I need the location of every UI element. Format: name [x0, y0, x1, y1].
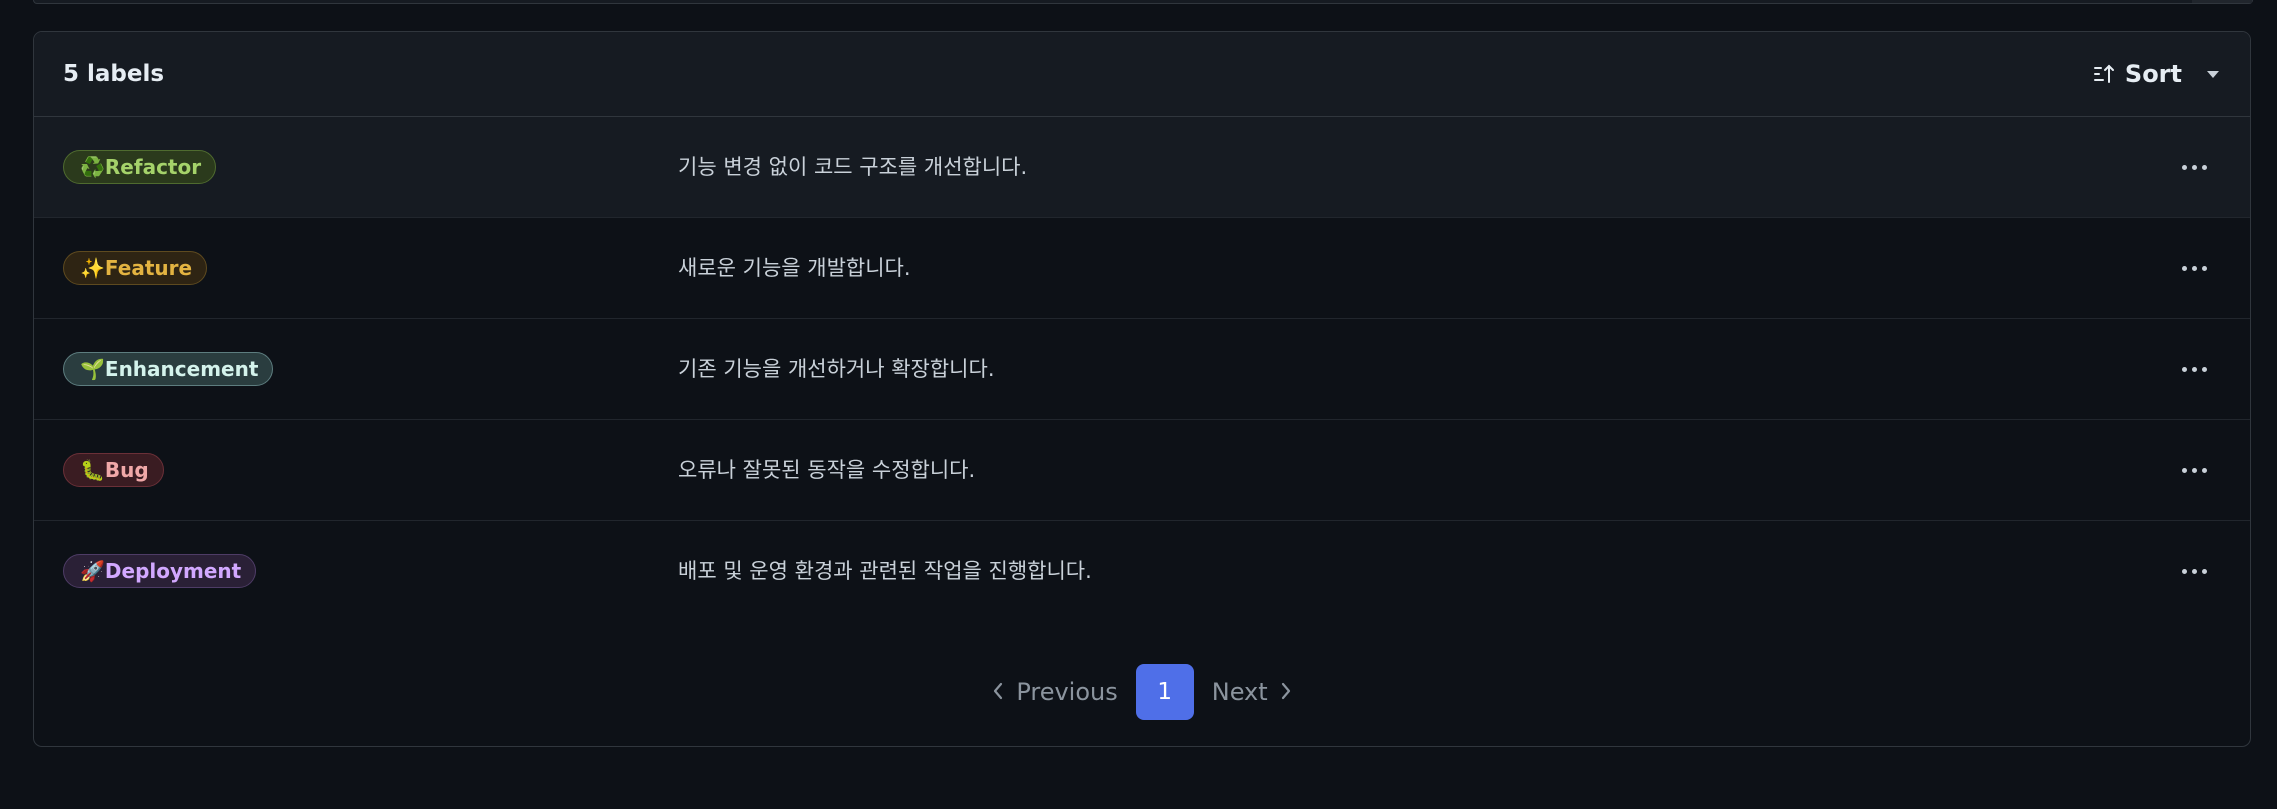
chevron-left-icon	[992, 678, 1004, 706]
sort-button[interactable]: Sort	[2093, 60, 2220, 88]
label-pill-enhancement[interactable]: 🌱Enhancement	[63, 352, 274, 386]
row-actions-button[interactable]	[2174, 357, 2214, 381]
label-row-refactor: ♻️Refactor 기능 변경 없이 코드 구조를 개선합니다.	[34, 117, 2250, 218]
label-row-enhancement: 🌱Enhancement 기존 기능을 개선하거나 확장합니다.	[34, 319, 2250, 420]
triangle-down-icon	[2206, 69, 2220, 79]
label-pill-refactor[interactable]: ♻️Refactor	[63, 150, 217, 184]
label-description: 오류나 잘못된 동작을 수정합니다.	[678, 458, 976, 482]
label-description: 기능 변경 없이 코드 구조를 개선합니다.	[678, 155, 1028, 179]
label-row-deployment: 🚀Deployment 배포 및 운영 환경과 관련된 작업을 진행합니다.	[34, 521, 2250, 622]
label-description: 기존 기능을 개선하거나 확장합니다.	[678, 357, 995, 381]
label-name: Enhancement	[104, 357, 259, 381]
pagination: Previous 1 Next	[34, 663, 2250, 721]
label-row-bug: 🐛Bug 오류나 잘못된 동작을 수정합니다.	[34, 420, 2250, 521]
label-row-feature: ✨Feature 새로운 기능을 개발합니다.	[34, 218, 2250, 319]
row-actions-button[interactable]	[2174, 155, 2214, 179]
row-actions-button[interactable]	[2174, 458, 2214, 482]
labels-list-header: 5 labels Sort	[34, 32, 2250, 117]
page-button-current[interactable]: 1	[1135, 664, 1194, 720]
sort-ascending-icon	[2093, 63, 2115, 85]
recycle-icon: ♻️	[80, 155, 105, 179]
label-description: 배포 및 운영 환경과 관련된 작업을 진행합니다.	[678, 559, 1092, 583]
label-name: Refactor	[104, 155, 202, 179]
sparkles-icon: ✨	[80, 256, 105, 280]
row-actions-button[interactable]	[2174, 559, 2214, 583]
label-name: Bug	[104, 458, 149, 482]
chevron-right-icon	[1280, 678, 1292, 706]
next-page-button[interactable]: Next	[1212, 678, 1292, 706]
bug-icon: 🐛	[80, 458, 105, 482]
next-label: Next	[1211, 678, 1268, 706]
label-name: Feature	[104, 256, 193, 280]
label-pill-deployment[interactable]: 🚀Deployment	[63, 554, 257, 588]
seedling-icon: 🌱	[80, 357, 105, 381]
label-pill-bug[interactable]: 🐛Bug	[63, 453, 164, 487]
label-description: 새로운 기능을 개발합니다.	[678, 256, 911, 280]
rocket-icon: 🚀	[80, 559, 105, 583]
label-name: Deployment	[104, 559, 242, 583]
labels-count: 5 labels	[63, 61, 165, 87]
row-actions-button[interactable]	[2174, 256, 2214, 280]
labels-list: 5 labels Sort ♻️Refactor 기능 변경 없이 코드 구조를…	[33, 31, 2251, 747]
label-pill-feature[interactable]: ✨Feature	[63, 251, 208, 285]
previous-label: Previous	[1016, 678, 1118, 706]
previous-section-edge	[33, 0, 2253, 4]
sort-label: Sort	[2124, 60, 2182, 88]
previous-page-button[interactable]: Previous	[992, 678, 1118, 706]
